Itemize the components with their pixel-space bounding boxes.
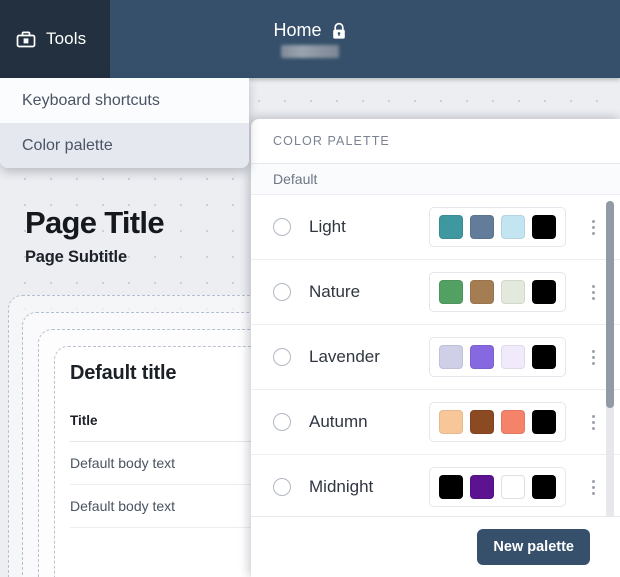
palette-row[interactable]: Midnight <box>251 455 620 516</box>
panel-footer: New palette <box>251 516 620 577</box>
palette-name: Lavender <box>309 347 380 366</box>
palette-row[interactable]: Autumn <box>251 390 620 455</box>
palette-swatches[interactable] <box>429 337 566 377</box>
color-palette-panel: COLOR PALETTE Default Light Nature Lavende… <box>251 119 620 577</box>
palette-row[interactable]: Nature <box>251 260 620 325</box>
app-root: Page Title Page Subtitle Default title T… <box>0 0 620 577</box>
palette-swatch-2[interactable] <box>470 280 494 304</box>
palette-row[interactable]: Lavender <box>251 325 620 390</box>
palette-swatch-2[interactable] <box>470 215 494 239</box>
kebab-menu-icon[interactable] <box>580 414 606 430</box>
home-title: Home <box>273 20 322 40</box>
kebab-menu-icon[interactable] <box>580 349 606 365</box>
palette-swatches[interactable] <box>429 207 566 247</box>
column-header-label: Title <box>70 412 98 428</box>
palette-scrollbar-thumb[interactable] <box>606 201 614 408</box>
palette-swatch-4[interactable] <box>532 345 556 369</box>
palette-swatch-1[interactable] <box>439 410 463 434</box>
palette-radio-midnight[interactable] <box>273 478 291 496</box>
tools-menu-item-keyboard-shortcuts[interactable]: Keyboard shortcuts <box>0 78 249 123</box>
palette-name: Midnight <box>309 477 374 496</box>
palette-name: Autumn <box>309 412 368 431</box>
palette-group-label: Default <box>273 171 318 187</box>
palette-swatch-3[interactable] <box>501 475 525 499</box>
kebab-menu-icon[interactable] <box>580 219 606 235</box>
palette-name: Nature <box>309 282 361 301</box>
panel-header: COLOR PALETTE <box>251 119 620 164</box>
new-palette-button[interactable]: New palette <box>477 529 590 565</box>
palette-swatch-3[interactable] <box>501 215 525 239</box>
tools-menu-label: Tools <box>46 29 87 48</box>
palette-swatch-1[interactable] <box>439 215 463 239</box>
tools-dropdown-menu: Keyboard shortcuts Color palette <box>0 78 249 168</box>
palette-swatch-3[interactable] <box>501 280 525 304</box>
tools-menu-item-label: Keyboard shortcuts <box>22 91 160 109</box>
kebab-menu-icon[interactable] <box>580 479 606 495</box>
palette-swatch-3[interactable] <box>501 345 525 369</box>
palette-swatch-2[interactable] <box>470 475 494 499</box>
tools-menu-item-label: Color palette <box>22 136 113 154</box>
palette-swatches[interactable] <box>429 272 566 312</box>
palette-group-header: Default <box>251 164 620 195</box>
palette-list: Light Nature Lavender Autumn Midnight <box>251 195 620 516</box>
palette-swatch-4[interactable] <box>532 410 556 434</box>
palette-radio-autumn[interactable] <box>273 413 291 431</box>
palette-swatch-1[interactable] <box>439 475 463 499</box>
tools-menu-button[interactable]: Tools <box>0 0 110 78</box>
palette-swatch-1[interactable] <box>439 345 463 369</box>
palette-row[interactable]: Light <box>251 195 620 260</box>
app-header: Home Tools <box>0 0 620 78</box>
palette-swatches[interactable] <box>429 467 566 507</box>
palette-swatch-2[interactable] <box>470 410 494 434</box>
palette-swatch-1[interactable] <box>439 280 463 304</box>
palette-swatch-4[interactable] <box>532 475 556 499</box>
page-title: Page Title <box>25 205 165 240</box>
palette-radio-lavender[interactable] <box>273 348 291 366</box>
palette-swatch-2[interactable] <box>470 345 494 369</box>
redacted-subtitle <box>281 45 339 58</box>
page-heading-block: Page Title Page Subtitle <box>25 205 165 267</box>
palette-swatch-3[interactable] <box>501 410 525 434</box>
tools-menu-item-color-palette[interactable]: Color palette <box>0 123 249 168</box>
lock-icon <box>332 22 345 39</box>
palette-swatch-4[interactable] <box>532 280 556 304</box>
palette-radio-nature[interactable] <box>273 283 291 301</box>
palette-swatches[interactable] <box>429 402 566 442</box>
palette-scrollbar-track[interactable] <box>606 201 614 516</box>
palette-name: Light <box>309 217 346 236</box>
page-subtitle: Page Subtitle <box>25 248 127 266</box>
palette-swatch-4[interactable] <box>532 215 556 239</box>
kebab-menu-icon[interactable] <box>580 284 606 300</box>
palette-radio-light[interactable] <box>273 218 291 236</box>
panel-title: COLOR PALETTE <box>273 134 390 148</box>
toolbox-icon <box>16 31 36 48</box>
